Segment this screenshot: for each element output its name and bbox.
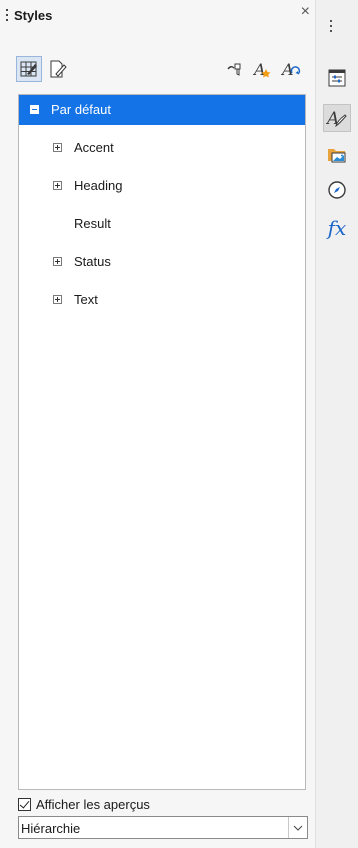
properties-icon	[328, 69, 346, 87]
style-tree[interactable]: Par défaut Accent Heading Result Status …	[18, 94, 306, 790]
fill-format-mode-button[interactable]	[222, 56, 248, 82]
styles-deck: Styles × A A Par défaut Accent Heading R…	[0, 0, 316, 848]
new-style-from-selection-icon: A	[253, 60, 271, 79]
tree-item-heading[interactable]: Heading	[19, 171, 305, 201]
page-styles-icon	[50, 60, 67, 78]
chevron-down-icon[interactable]	[288, 817, 307, 838]
tree-item-par-defaut[interactable]: Par défaut	[19, 95, 305, 125]
new-style-button[interactable]: A	[250, 56, 276, 82]
page-styles-button[interactable]	[44, 56, 70, 82]
style-filter-value: Hiérarchie	[21, 821, 81, 836]
drag-grip-icon[interactable]	[6, 9, 9, 25]
styles-icon: A	[326, 109, 347, 129]
expand-icon[interactable]	[53, 181, 62, 190]
sidebar-functions-button[interactable]: fx	[323, 214, 351, 242]
tree-item-result[interactable]: Result	[19, 209, 305, 239]
cell-styles-icon	[20, 61, 37, 77]
show-previews-label[interactable]: Afficher les aperçus	[36, 797, 150, 812]
tree-item-label: Text	[74, 292, 98, 307]
panel-title: Styles	[14, 8, 53, 23]
gallery-icon	[328, 149, 346, 163]
expand-icon[interactable]	[53, 257, 62, 266]
svg-text:A: A	[326, 109, 339, 129]
sidebar-properties-button[interactable]	[323, 64, 351, 92]
tree-item-label: Accent	[74, 140, 114, 155]
tree-item-label: Result	[74, 216, 111, 231]
close-icon[interactable]: ×	[301, 3, 310, 21]
sidebar-styles-button[interactable]: A	[323, 104, 351, 132]
styles-toolbar: A A	[0, 52, 316, 86]
functions-icon: fx	[327, 216, 347, 240]
update-style-button[interactable]: A	[278, 56, 304, 82]
expand-icon[interactable]	[53, 143, 62, 152]
fill-format-mode-icon	[227, 63, 241, 76]
tree-item-label: Par défaut	[51, 102, 111, 117]
tree-item-accent[interactable]: Accent	[19, 133, 305, 163]
tree-item-label: Status	[74, 254, 111, 269]
show-previews-checkbox[interactable]	[18, 797, 31, 811]
tree-item-text[interactable]: Text	[19, 285, 305, 315]
navigator-icon	[328, 181, 346, 199]
style-filter-select[interactable]: Hiérarchie	[18, 816, 308, 839]
sidebar-navigator-button[interactable]	[323, 176, 351, 204]
cell-styles-button[interactable]	[16, 56, 42, 82]
sidebar-gallery-button[interactable]	[323, 140, 351, 168]
tree-item-status[interactable]: Status	[19, 247, 305, 277]
sidebar-tabbar: A fx	[316, 0, 358, 848]
collapse-icon[interactable]	[30, 105, 39, 114]
show-previews-row: Afficher les aperçus	[18, 795, 150, 813]
tree-item-label: Heading	[74, 178, 123, 193]
deck-titlebar: Styles ×	[0, 0, 316, 32]
sidebar-menu-icon[interactable]	[330, 20, 332, 35]
update-style-icon: A	[281, 60, 301, 79]
expand-icon[interactable]	[53, 295, 62, 304]
